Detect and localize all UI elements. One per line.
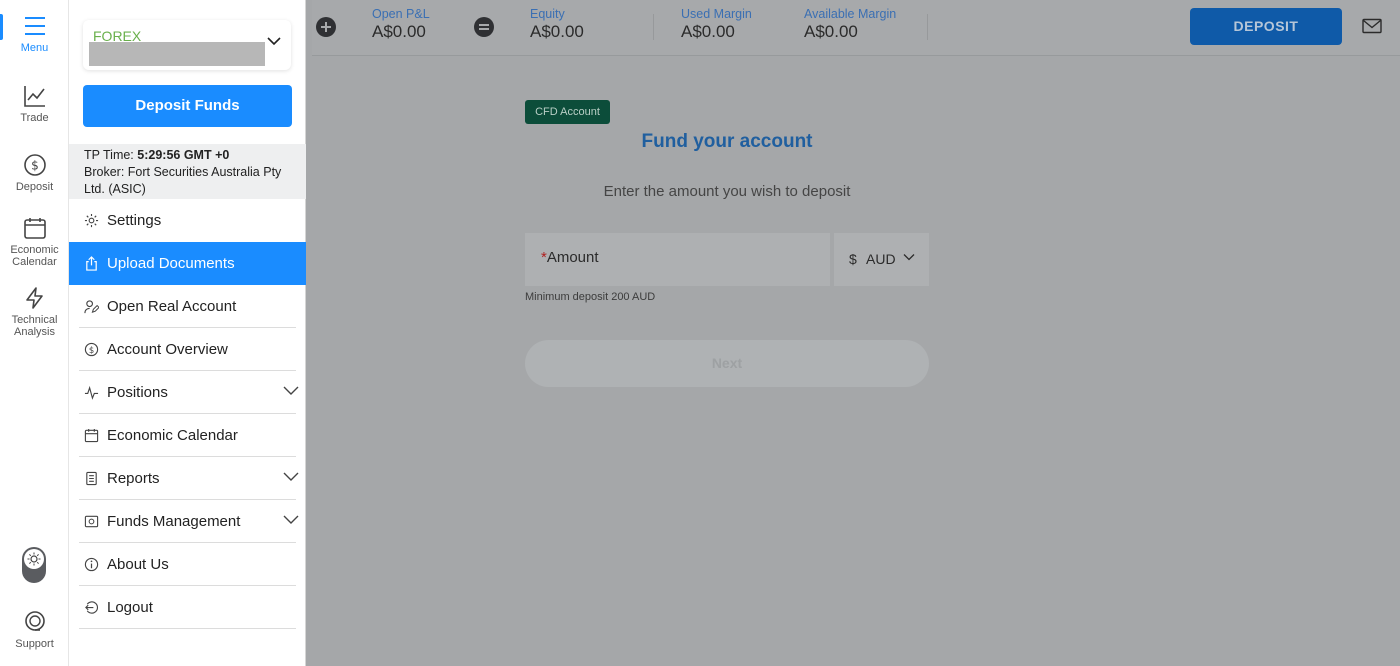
rail-deposit[interactable]: $ Deposit (0, 153, 69, 193)
open-pnl-label: Open P&L (372, 7, 430, 21)
menu-item-settings[interactable]: Settings (69, 199, 306, 242)
equity-value: A$0.00 (530, 22, 584, 41)
rail-economic-calendar-label: Economic Calendar (10, 244, 59, 268)
side-menu-panel: FOREX Deposit Funds TP Time: 5:29:56 GMT… (69, 0, 306, 666)
headset-icon (24, 611, 45, 631)
divider (653, 14, 654, 40)
available-margin-metric: Available Margin A$0.00 (804, 7, 896, 42)
menu-item-label: Upload Documents (107, 255, 235, 272)
document-icon (83, 471, 99, 487)
account-selector[interactable]: FOREX (83, 20, 291, 70)
menu-item-label: Open Real Account (107, 298, 237, 315)
menu-item-about-us[interactable]: About Us (69, 543, 306, 586)
sun-icon (24, 549, 44, 569)
amount-label-text: Amount (546, 249, 599, 266)
rail-technical-analysis-label: Technical Analysis (11, 314, 58, 338)
rail-economic-calendar[interactable]: Economic Calendar (0, 216, 69, 268)
rail-support-label: Support (15, 638, 54, 650)
deposit-funds-button[interactable]: Deposit Funds (83, 85, 292, 127)
currency-select[interactable]: $ AUD (834, 233, 929, 286)
tp-time-label: TP Time: (84, 148, 134, 162)
divider (927, 14, 928, 40)
upload-icon (83, 256, 99, 272)
currency-symbol: $ (849, 251, 857, 267)
svg-text:$: $ (31, 159, 39, 173)
menu-item-label: Positions (107, 384, 168, 401)
account-info-box: TP Time: 5:29:56 GMT +0 Broker: Fort Sec… (69, 144, 306, 199)
icon-rail: Menu Trade $ Deposit Economic Calendar T… (0, 0, 69, 666)
hamburger-icon (24, 17, 45, 35)
rail-deposit-label: Deposit (15, 181, 54, 193)
theme-toggle[interactable] (22, 547, 46, 583)
chevron-down-icon[interactable] (283, 471, 299, 481)
top-bar: Open P&L A$0.00 Equity A$0.00 Used Margi… (312, 0, 1400, 56)
menu-item-label: About Us (107, 556, 169, 573)
menu-item-label: Settings (107, 212, 162, 229)
menu-item-positions[interactable]: Positions (69, 371, 306, 414)
used-margin-label: Used Margin (681, 7, 752, 21)
divider (79, 628, 296, 629)
menu-item-label: Reports (107, 470, 160, 487)
rail-trade-label: Trade (20, 112, 49, 124)
lightning-icon (25, 287, 43, 309)
available-margin-value: A$0.00 (804, 22, 858, 41)
min-deposit-hint: Minimum deposit 200 AUD (525, 291, 656, 303)
menu-item-account-overview[interactable]: $ Account Overview (69, 328, 306, 371)
rail-menu[interactable]: Menu (0, 14, 69, 54)
menu-item-label: Economic Calendar (107, 427, 238, 444)
chevron-down-icon (267, 37, 281, 46)
deposit-button[interactable]: DEPOSIT (1190, 8, 1342, 45)
used-margin-value: A$0.00 (681, 22, 735, 41)
menu-item-label: Funds Management (107, 513, 241, 530)
rail-support[interactable]: Support (0, 610, 69, 650)
equity-metric: Equity A$0.00 (530, 7, 584, 42)
user-edit-icon (83, 299, 99, 315)
used-margin-metric: Used Margin A$0.00 (681, 7, 752, 42)
broker-text: Broker: Fort Securities Australia Pty Lt… (84, 165, 282, 196)
pulse-icon (83, 385, 99, 401)
info-icon (83, 557, 99, 573)
page-subtitle: Enter the amount you wish to deposit (603, 183, 851, 200)
next-button[interactable]: Next (525, 340, 929, 387)
safe-icon (83, 514, 99, 530)
mail-icon[interactable] (1362, 18, 1382, 34)
tp-time-value: 5:29:56 GMT +0 (137, 148, 230, 162)
menu-item-upload-documents[interactable]: Upload Documents (69, 242, 306, 285)
svg-text:$: $ (88, 345, 93, 355)
dollar-circle-icon: $ (23, 154, 46, 176)
menu-item-reports[interactable]: Reports (69, 457, 306, 500)
menu-item-funds-management[interactable]: Funds Management (69, 500, 306, 543)
gear-icon (83, 213, 99, 229)
tp-time: TP Time: 5:29:56 GMT +0 (84, 147, 291, 164)
currency-code: AUD (866, 251, 896, 267)
amount-input[interactable]: *Amount (525, 233, 830, 286)
chart-line-icon (23, 86, 45, 107)
menu-item-open-real-account[interactable]: Open Real Account (69, 285, 306, 328)
menu-item-economic-calendar[interactable]: Economic Calendar (69, 414, 306, 457)
open-pnl-metric: Open P&L A$0.00 (372, 7, 430, 42)
logout-icon (83, 600, 99, 616)
menu-item-logout[interactable]: Logout (69, 586, 306, 629)
open-pnl-value: A$0.00 (372, 22, 426, 41)
dollar-refresh-icon: $ (83, 342, 99, 358)
chevron-down-icon[interactable] (283, 514, 299, 524)
chevron-down-icon[interactable] (283, 385, 299, 395)
rail-trade[interactable]: Trade (0, 84, 69, 124)
menu-item-label: Logout (107, 599, 153, 616)
amount-label: *Amount (541, 249, 599, 266)
menu-item-label: Account Overview (107, 341, 228, 358)
equity-label: Equity (530, 7, 565, 21)
calendar-icon (83, 428, 99, 444)
redacted-account-number (89, 42, 265, 66)
equals-icon[interactable] (474, 17, 494, 37)
page-title: Fund your account (641, 131, 813, 152)
rail-technical-analysis[interactable]: Technical Analysis (0, 286, 69, 338)
side-menu-list: Settings Upload Documents Open Real Acco… (69, 199, 306, 629)
chevron-down-icon (903, 254, 915, 261)
plus-icon[interactable] (316, 17, 336, 37)
available-margin-label: Available Margin (804, 7, 897, 21)
rail-menu-label: Menu (20, 42, 49, 54)
cfd-account-badge: CFD Account (525, 100, 610, 124)
calendar-icon (23, 218, 46, 239)
